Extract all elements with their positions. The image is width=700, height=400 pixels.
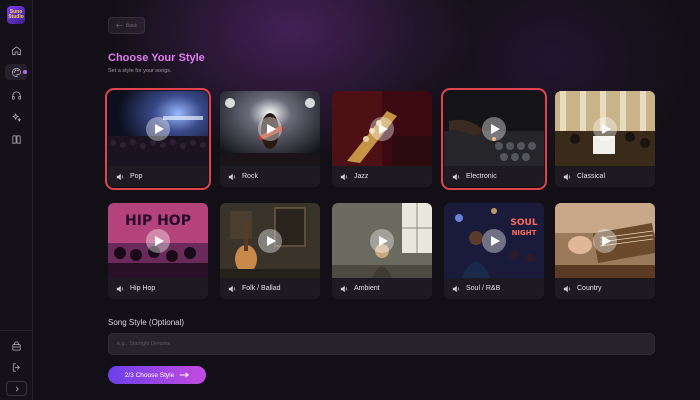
style-card-folk-ballad[interactable]: Folk / Ballad [220,203,320,299]
style-label-country: Country [577,285,602,292]
arrow-right-icon [179,372,190,378]
logout-icon[interactable] [8,359,24,375]
play-button-ambient[interactable] [370,229,394,253]
style-card-ambient[interactable]: Ambient [332,203,432,299]
play-button-country[interactable] [593,229,617,253]
play-icon [267,236,276,246]
song-style-input[interactable] [108,333,655,355]
main-content: Back Choose Your Style Set a style for y… [33,0,700,400]
play-icon [379,236,388,246]
sparkles-icon[interactable] [8,109,24,125]
back-label: Back [125,22,138,29]
speaker-icon [340,285,347,292]
style-label-jazz: Jazz [354,173,369,180]
song-style-label: Song Style (Optional) [108,318,185,327]
speaker-icon [563,285,570,292]
speaker-icon [452,173,459,180]
play-icon [491,124,500,134]
style-label-classical: Classical [577,173,606,180]
home-icon[interactable] [8,42,24,58]
style-label-pop: Pop [130,173,143,180]
play-icon [602,236,611,246]
style-card-jazz[interactable]: Jazz [332,91,432,187]
app-logo[interactable]: Suno Studio [7,6,25,24]
style-label-hip-hop: Hip Hop [130,285,156,292]
chevron-right-icon [15,385,19,392]
speaker-icon [228,285,235,292]
style-card-country[interactable]: Country [555,203,655,299]
svg-text:SOUL: SOUL [510,218,537,228]
choose-style-next-button[interactable]: 2/3 Choose Style [108,366,206,384]
play-icon [602,124,611,134]
style-card-classical[interactable]: Classical [555,91,655,187]
play-button-classical[interactable] [593,117,617,141]
play-button-pop[interactable] [146,117,170,141]
headphones-icon[interactable] [8,87,24,103]
style-label-rock: Rock [242,173,258,180]
speaker-icon [228,173,235,180]
page-title: Choose Your Style [108,52,205,64]
play-button-folk-ballad[interactable] [258,229,282,253]
style-card-soul-rnb[interactable]: SOUL NIGHT Soul / R&B [444,203,544,299]
style-label-folk-ballad: Folk / Ballad [242,285,281,292]
expand-sidebar-button[interactable] [6,381,27,396]
play-button-electronic[interactable] [482,117,506,141]
play-button-jazz[interactable] [370,117,394,141]
sidebar-divider [0,330,33,331]
play-icon [491,236,500,246]
arrow-left-icon [116,23,123,28]
style-card-hip-hop[interactable]: HIP HOP Hip Hop [108,203,208,299]
style-label-ambient: Ambient [354,285,380,292]
play-button-rock[interactable] [258,117,282,141]
style-label-soul-rnb: Soul / R&B [466,285,501,292]
play-icon [379,124,388,134]
play-button-hip-hop[interactable] [146,229,170,253]
book-icon[interactable] [8,131,24,147]
shop-icon[interactable] [8,338,24,354]
speaker-icon [452,285,459,292]
sidebar: Suno Studio [0,0,33,400]
play-button-soul-rnb[interactable] [482,229,506,253]
style-card-pop[interactable]: Pop [105,88,211,190]
back-button[interactable]: Back [108,17,145,34]
speaker-icon [340,173,347,180]
style-card-electronic[interactable]: Electronic [441,88,547,190]
style-card-rock[interactable]: Rock [220,91,320,187]
svg-text:NIGHT: NIGHT [512,229,537,237]
style-label-electronic: Electronic [466,173,497,180]
svg-text:HIP HOP: HIP HOP [125,213,191,229]
speaker-icon [116,173,123,180]
page-subtitle: Set a style for your songs. [108,68,172,74]
active-indicator-dot [23,70,27,74]
next-button-label: 2/3 Choose Style [124,371,175,379]
speaker-icon [116,285,123,292]
play-icon [267,124,276,134]
play-icon [155,236,164,246]
play-icon [155,124,164,134]
speaker-icon [563,173,570,180]
